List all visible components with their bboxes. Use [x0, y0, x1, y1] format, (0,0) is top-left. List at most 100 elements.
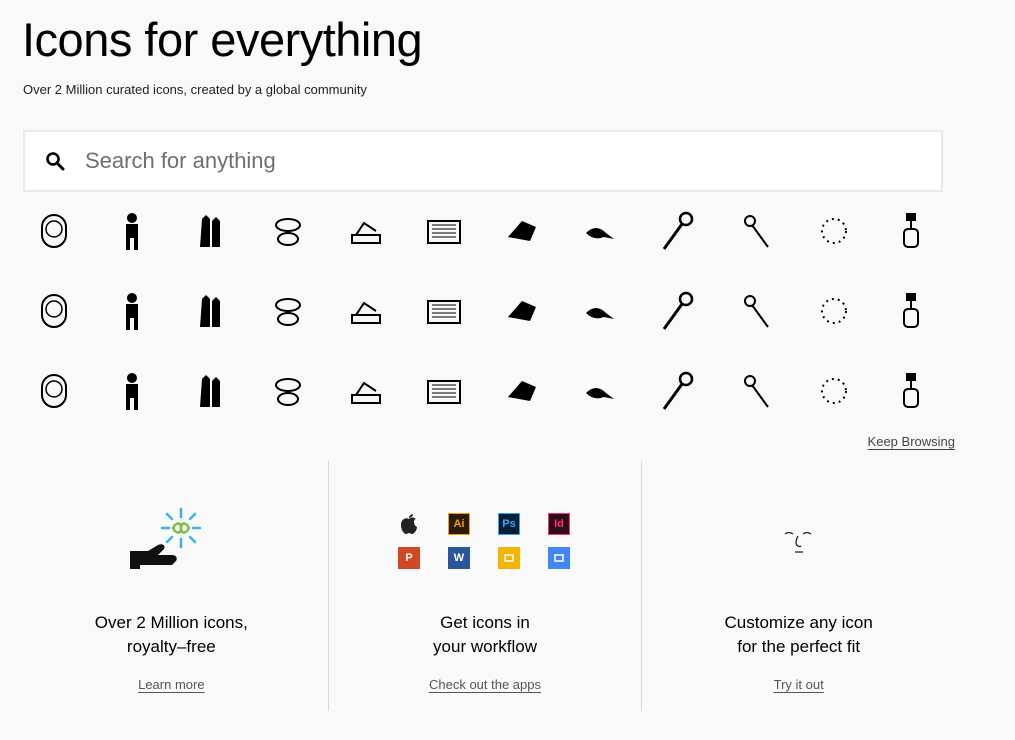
icon-tile[interactable]	[574, 205, 626, 257]
paper-bag-icon	[508, 301, 536, 321]
icon-tile[interactable]	[496, 205, 548, 257]
cable-car-icon	[903, 213, 919, 248]
icon-tile[interactable]	[496, 285, 548, 337]
coin-stacks-icon	[662, 291, 694, 330]
word-icon: W	[448, 547, 470, 569]
icon-tile[interactable]	[574, 285, 626, 337]
icon-tile[interactable]	[340, 365, 392, 417]
icon-tile[interactable]	[808, 205, 860, 257]
google-docs-icon	[548, 547, 570, 569]
stilt-house-icon	[903, 373, 919, 408]
powerpoint-icon: P	[398, 547, 420, 569]
icon-tile[interactable]	[808, 365, 860, 417]
feature-royalty-free: Over 2 Million icons, royalty–free Learn…	[15, 461, 328, 711]
icon-tile[interactable]	[730, 205, 782, 257]
patterned-egg-icon	[821, 378, 847, 404]
features-section: Over 2 Million icons, royalty–free Learn…	[15, 461, 955, 711]
herb-bundle-icon	[744, 215, 769, 248]
face-sketch-icon	[784, 531, 812, 553]
icon-tile[interactable]	[184, 285, 236, 337]
icon-tile[interactable]	[106, 205, 158, 257]
dancer-icon	[41, 374, 67, 408]
icon-tile[interactable]	[262, 205, 314, 257]
nose-icon	[821, 298, 847, 324]
photoshop-icon: Ps	[498, 513, 520, 535]
bouncing-ball-icon	[903, 293, 919, 328]
abstract-bird-icon	[351, 301, 381, 324]
page-title: Icons for everything	[22, 13, 423, 66]
icon-tile[interactable]	[652, 285, 704, 337]
page: Icons for everything Over 2 Million cura…	[0, 0, 1015, 740]
icon-tile[interactable]	[418, 285, 470, 337]
icon-tile[interactable]	[574, 365, 626, 417]
feature-title: Over 2 Million icons, royalty–free	[94, 613, 248, 656]
brain-network-icon	[586, 388, 614, 399]
icon-tile[interactable]	[418, 365, 470, 417]
dropper-icon	[126, 373, 138, 410]
icon-tile[interactable]	[28, 365, 80, 417]
seal-icon	[586, 228, 614, 239]
icon-tile[interactable]	[808, 285, 860, 337]
containers-icon	[427, 300, 461, 324]
hand-infinity-icon	[130, 507, 202, 569]
feature-customize: Customize any icon for the perfect fit T…	[641, 461, 955, 711]
lab-flasks-icon	[41, 294, 67, 328]
icon-tile[interactable]	[106, 285, 158, 337]
trophy-icon	[744, 295, 769, 328]
origami-bird-icon	[508, 221, 536, 241]
feature-title: Get icons in your workflow	[433, 613, 537, 656]
icon-grid	[28, 205, 958, 445]
icon-tile[interactable]	[184, 205, 236, 257]
cassette-icon	[744, 375, 769, 408]
icon-tile[interactable]	[886, 365, 938, 417]
icon-tile[interactable]	[418, 205, 470, 257]
typewriter-icon	[126, 293, 138, 330]
handshake-icon	[586, 308, 614, 319]
couple-icon	[508, 381, 536, 401]
butter-dish-icon	[351, 221, 381, 244]
icon-tile[interactable]	[730, 285, 782, 337]
icon-tile[interactable]	[730, 365, 782, 417]
icon-tile[interactable]	[340, 285, 392, 337]
icon-tile[interactable]	[496, 365, 548, 417]
icon-tile[interactable]	[262, 365, 314, 417]
check-apps-link[interactable]: Check out the apps	[429, 677, 541, 692]
search-bar[interactable]	[23, 130, 943, 192]
icon-tile[interactable]	[652, 365, 704, 417]
person-binoculars-icon	[126, 213, 138, 250]
search-input[interactable]	[85, 148, 885, 174]
indesign-icon: Id	[548, 513, 570, 535]
feature-title: Customize any icon for the perfect fit	[724, 613, 873, 656]
hooded-face-icon	[41, 214, 67, 248]
page-subtitle: Over 2 Million curated icons, created by…	[23, 82, 367, 97]
daruma-doll-icon	[200, 295, 220, 327]
scissors-icon	[200, 375, 220, 407]
icon-tile[interactable]	[28, 285, 80, 337]
ring-icon	[351, 381, 381, 404]
icon-tile[interactable]	[106, 365, 158, 417]
c-clamp-icon	[275, 378, 301, 406]
learn-more-link[interactable]: Learn more	[138, 677, 204, 692]
icon-tile[interactable]	[886, 205, 938, 257]
try-it-link[interactable]: Try it out	[774, 677, 824, 692]
illustrator-icon: Ai	[448, 513, 470, 535]
app-grid: Ai Ps Id P W	[398, 513, 572, 569]
feature-workflow: Ai Ps Id P W Get icons in your workflow Chec…	[327, 461, 642, 711]
oysters-icon	[275, 218, 301, 246]
eye-screw-icon	[662, 211, 694, 250]
icon-tile[interactable]	[28, 205, 80, 257]
amplifier-icon	[427, 220, 461, 244]
dotted-circle-icon	[821, 218, 847, 244]
robed-figures-icon	[200, 215, 220, 247]
icon-tile[interactable]	[652, 205, 704, 257]
icon-tile[interactable]	[340, 205, 392, 257]
icon-tile[interactable]	[184, 365, 236, 417]
apple-icon	[398, 513, 420, 535]
money-transfer-icon	[275, 298, 301, 326]
google-slides-icon	[498, 547, 520, 569]
teapot-icon	[662, 371, 694, 410]
icon-tile[interactable]	[262, 285, 314, 337]
icon-tile[interactable]	[886, 285, 938, 337]
keep-browsing-link[interactable]: Keep Browsing	[868, 434, 955, 449]
search-icon	[46, 152, 65, 171]
